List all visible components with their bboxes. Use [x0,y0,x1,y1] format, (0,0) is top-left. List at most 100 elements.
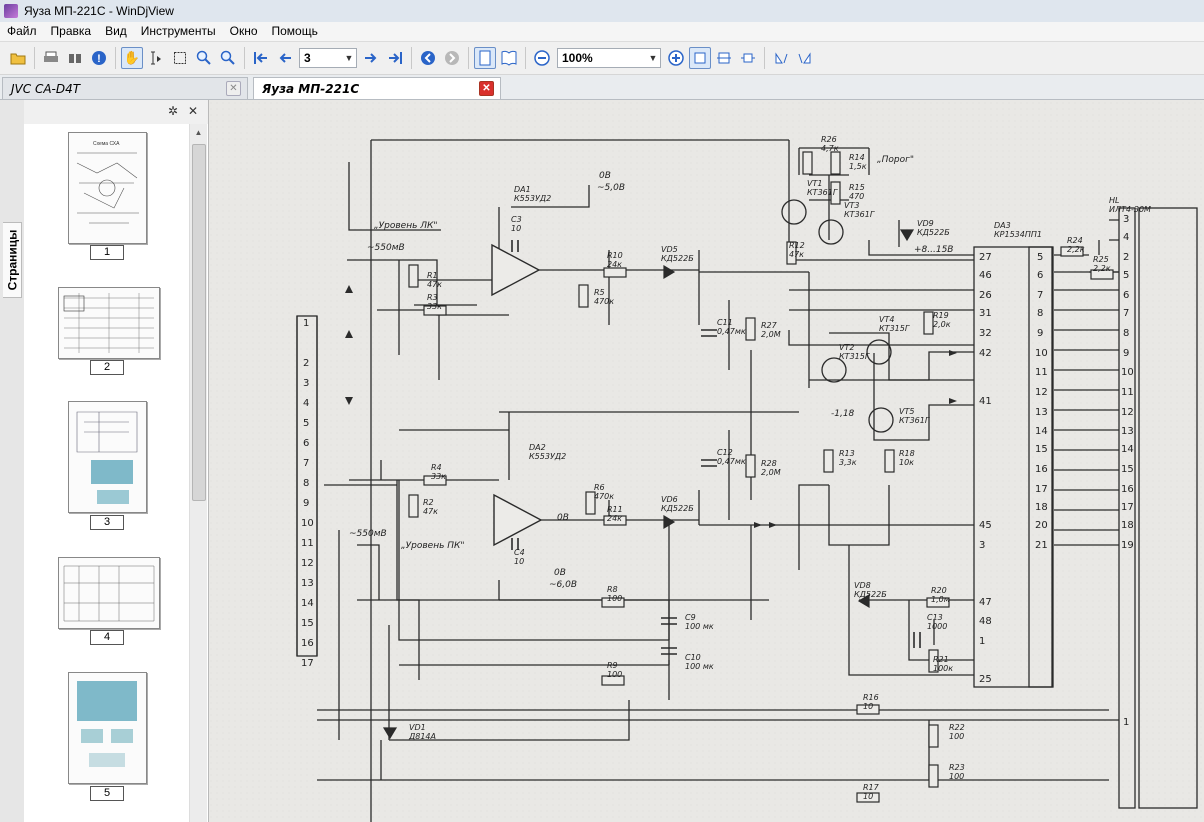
zoom-in-tool-icon[interactable] [193,47,215,69]
scrollbar-thumb[interactable] [192,144,206,501]
svg-text:5: 5 [1123,270,1129,281]
find-icon[interactable] [64,47,86,69]
back-icon[interactable] [417,47,439,69]
svg-text:45: 45 [979,520,992,531]
svg-text:9: 9 [1123,348,1129,359]
part-value: КТ315Г [879,324,910,333]
forward-icon[interactable] [441,47,463,69]
part-ref: R27 [761,321,778,330]
page-thumbnail-4[interactable] [58,557,160,629]
svg-text:18: 18 [1121,520,1134,531]
tab-yauza[interactable]: Яуза МП-221С ✕ [253,77,501,99]
single-page-icon[interactable] [474,47,496,69]
fit-page-icon[interactable] [689,47,711,69]
zoom-in-icon[interactable] [665,47,687,69]
print-icon[interactable] [40,47,62,69]
actual-size-icon[interactable] [737,47,759,69]
part-value: 33к [431,472,446,481]
part-value: КД522Б [917,228,950,237]
part-value: 100 [607,670,622,679]
menu-edit[interactable]: Правка [44,22,99,41]
menu-file[interactable]: Файл [0,22,44,41]
page-thumbnail-5[interactable] [68,672,147,784]
part-ref: R12 [789,241,805,250]
part-value: 10 [863,792,873,801]
svg-text:20: 20 [1035,520,1048,531]
svg-text:12: 12 [1121,407,1134,418]
svg-text:6: 6 [303,438,309,449]
tab-label: JVC CA-D4T [11,81,81,96]
page-number-label: 1 [90,245,124,260]
svg-text:15: 15 [301,618,314,629]
chevron-down-icon[interactable]: ▼ [342,53,356,63]
page-thumbnail-1[interactable]: Схема СХА [68,132,147,244]
part-ref: C9 [685,613,696,622]
part-value: 10к [899,458,914,467]
zoom-out-tool-icon[interactable] [217,47,239,69]
info-icon[interactable]: ! [88,47,110,69]
document-view[interactable]: 27 46 26 31 32 42 41 45 3 47 48 1 25 567 8 9 10 11… [209,100,1204,822]
facing-pages-icon[interactable] [498,47,520,69]
part-ref: R1 [427,271,438,280]
zoom-out-icon[interactable] [531,47,553,69]
part-ref: C11 [717,318,733,327]
part-value: 100 [949,732,964,741]
first-page-icon[interactable] [250,47,272,69]
svg-text:2: 2 [303,358,309,369]
page-thumbnail-2[interactable] [58,287,160,359]
svg-text:26: 26 [979,290,992,301]
gear-icon[interactable]: ✲ [166,104,180,118]
close-icon[interactable]: ✕ [186,104,200,118]
svg-text:15: 15 [1121,464,1134,475]
part-ref: C13 [927,613,943,622]
part-value: 100 мк [685,662,714,671]
page-number-label: 4 [90,630,124,645]
page-number-label: 5 [90,786,124,801]
svg-text:11: 11 [301,538,314,549]
part-value: КТ361Г [844,210,875,219]
part-value: КТ315Г [839,352,870,361]
prev-page-icon[interactable] [274,47,296,69]
svg-text:7: 7 [1037,290,1043,301]
text-select-icon[interactable] [145,47,167,69]
title-bar: Яуза МП-221С - WinDjView [0,0,1204,22]
fit-width-icon[interactable] [713,47,735,69]
part-value: 470 [849,192,864,201]
page-number-value: 3 [304,51,311,65]
open-icon[interactable] [7,47,29,69]
chevron-down-icon[interactable]: ▼ [646,53,660,63]
rotate-right-icon[interactable] [794,47,816,69]
tab-pages[interactable]: Страницы [3,222,22,298]
page-number-combo[interactable]: 3 ▼ [299,48,357,68]
svg-text:12: 12 [1035,387,1048,398]
close-icon[interactable]: ✕ [226,81,241,96]
menu-window[interactable]: Окно [223,22,265,41]
part-value: КР1534ПП1 [994,230,1042,239]
thumbnail-scrollbar[interactable]: ▲ [189,124,207,822]
last-page-icon[interactable] [384,47,406,69]
part-ref: VD6 [661,495,678,504]
part-ref: VT3 [844,201,859,210]
menu-help[interactable]: Помощь [265,22,325,41]
rect-select-icon[interactable] [169,47,191,69]
svg-text:9: 9 [1037,328,1043,339]
tab-jvc[interactable]: JVC CA-D4T ✕ [2,77,248,99]
part-value: КТ361Г [899,416,930,425]
svg-text:27: 27 [979,252,992,263]
hand-tool-icon[interactable]: ✋ [121,47,143,69]
part-value: 470к [594,492,614,501]
next-page-icon[interactable] [360,47,382,69]
svg-text:2: 2 [1123,252,1129,263]
part-value: 1000 [927,622,947,631]
close-icon[interactable]: ✕ [479,81,494,96]
menu-view[interactable]: Вид [98,22,134,41]
menu-tools[interactable]: Инструменты [134,22,223,41]
page-thumbnail-3[interactable] [68,401,147,513]
zoom-combo[interactable]: 100% ▼ [557,48,661,68]
part-value: 2,2к [1093,264,1111,273]
rotate-left-icon[interactable] [770,47,792,69]
panel-header: ✲ ✕ [24,100,208,124]
svg-text:31: 31 [979,308,992,319]
scroll-up-icon[interactable]: ▲ [190,124,207,141]
svg-text:1: 1 [303,318,309,329]
